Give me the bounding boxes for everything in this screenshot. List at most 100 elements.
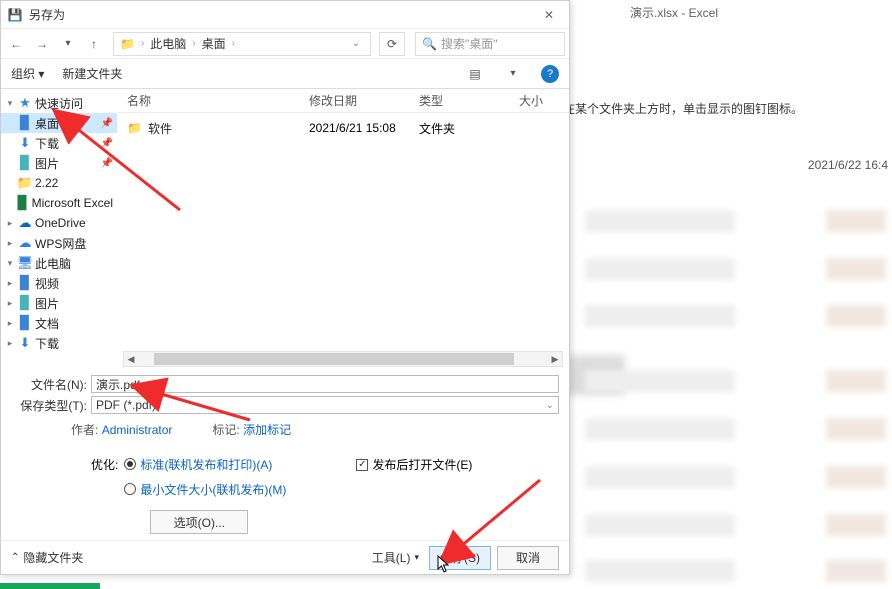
save-as-dialog: 💾 另存为 ✕ ← → ▾ ↑ 📁 › 此电脑 › 桌面 › ⌄ ⟳ 🔍 搜索"…: [0, 0, 570, 575]
taskbar-fragment: [0, 583, 100, 589]
file-modified: 2021/6/21 15:08: [309, 121, 419, 135]
breadcrumb-dropdown-icon[interactable]: ⌄: [352, 38, 364, 49]
breadcrumb[interactable]: 📁 › 此电脑 › 桌面 › ⌄: [113, 32, 371, 56]
sidebar-icon: 🖥: [17, 255, 33, 271]
sidebar-item-label: 此电脑: [35, 255, 71, 272]
sidebar-item-4[interactable]: 📁2.22: [1, 173, 117, 193]
chevron-up-icon: ⌃: [11, 552, 19, 563]
sidebar-item-label: Microsoft Excel: [32, 196, 113, 210]
view-icon[interactable]: ▤: [465, 64, 485, 84]
optimize-min-radio[interactable]: 最小文件大小(联机发布)(M): [124, 481, 286, 498]
sidebar-item-12[interactable]: ▸⬇下载: [1, 333, 117, 353]
back-button[interactable]: ←: [5, 33, 27, 55]
options-button[interactable]: 选项(O)...: [150, 510, 248, 534]
checkbox-icon: ✓: [356, 459, 368, 471]
scroll-left-icon[interactable]: ◀: [124, 352, 138, 366]
sidebar-item-3[interactable]: ▉图片📌: [1, 153, 117, 173]
sidebar-item-7[interactable]: ▸☁WPS网盘: [1, 233, 117, 253]
sidebar-item-6[interactable]: ▸☁OneDrive: [1, 213, 117, 233]
sidebar-item-label: 图片: [35, 295, 59, 312]
app-icon: 💾: [7, 7, 23, 23]
filetype-select[interactable]: PDF (*.pdf) ⌄: [91, 396, 559, 414]
sidebar-icon: ☁: [17, 215, 33, 231]
dialog-title: 另存为: [29, 6, 65, 23]
file-header: 名称 修改日期 类型 大小: [117, 89, 569, 113]
organize-menu[interactable]: 组织 ▾: [11, 65, 44, 82]
sidebar-item-label: WPS网盘: [35, 235, 86, 252]
sidebar-icon: ☁: [17, 235, 33, 251]
crumb-pc[interactable]: 此电脑: [150, 35, 186, 52]
search-placeholder: 搜索"桌面": [441, 35, 498, 52]
refresh-button[interactable]: ⟳: [379, 32, 405, 56]
col-type[interactable]: 类型: [419, 92, 519, 109]
sidebar-item-0[interactable]: ▾★快速访问: [1, 93, 117, 113]
sidebar-icon: ⬇: [17, 335, 33, 351]
optimize-label: 优化:: [91, 456, 118, 534]
excel-date: 2021/6/22 16:4: [808, 158, 888, 172]
sidebar-icon: ▉: [16, 195, 30, 211]
author-label: 作者:: [71, 423, 98, 437]
sidebar-icon: 📁: [17, 175, 33, 191]
sidebar-item-10[interactable]: ▸▉图片: [1, 293, 117, 313]
search-input[interactable]: 🔍 搜索"桌面": [415, 32, 565, 56]
expand-icon: ▸: [5, 278, 15, 289]
sidebar-item-11[interactable]: ▸▉文档: [1, 313, 117, 333]
sidebar-item-2[interactable]: ⬇下载📌: [1, 133, 117, 153]
view-dropdown-icon[interactable]: ▾: [503, 64, 523, 84]
filename-input[interactable]: 演示.pdf: [91, 375, 559, 393]
sidebar-item-label: 2.22: [35, 176, 58, 190]
sidebar-item-label: OneDrive: [35, 216, 86, 230]
close-button[interactable]: ✕: [535, 5, 563, 25]
file-type: 文件夹: [419, 120, 519, 137]
sidebar-item-8[interactable]: ▾🖥此电脑: [1, 253, 117, 273]
dialog-footer: ⌃ 隐藏文件夹 工具(L)▾ 保存(S) 取消: [1, 540, 569, 574]
col-modified[interactable]: 修改日期: [309, 92, 419, 109]
open-after-checkbox[interactable]: ✓ 发布后打开文件(E): [356, 456, 472, 473]
filename-label: 文件名(N):: [11, 376, 91, 393]
up-button[interactable]: ↑: [83, 33, 105, 55]
sidebar-item-1[interactable]: ▉桌面📌: [1, 113, 117, 133]
col-name[interactable]: 名称: [127, 92, 309, 109]
excel-title: 演示.xlsx - Excel: [630, 4, 718, 21]
expand-icon: ▾: [5, 258, 15, 269]
expand-icon: ▸: [5, 218, 15, 229]
optimize-standard-radio[interactable]: 标准(联机发布和打印)(A): [124, 456, 286, 473]
expand-icon: ▸: [5, 238, 15, 249]
sidebar-item-label: 下载: [35, 335, 59, 352]
pin-icon: 📌: [101, 118, 113, 129]
expand-icon: ▸: [5, 318, 15, 329]
expand-icon: ▸: [5, 298, 15, 309]
sidebar-item-9[interactable]: ▸▉视频: [1, 273, 117, 293]
scroll-thumb[interactable]: [154, 353, 514, 365]
forward-button[interactable]: →: [31, 33, 53, 55]
author-value[interactable]: Administrator: [102, 423, 173, 437]
sidebar-item-label: 视频: [35, 275, 59, 292]
horizontal-scrollbar[interactable]: ◀ ▶: [123, 351, 563, 367]
tags-value[interactable]: 添加标记: [243, 423, 291, 437]
excel-background: 演示.xlsx - Excel 在某个文件夹上方时，单击显示的图钉图标。 202…: [575, 0, 892, 589]
sidebar-item-label: 文档: [35, 315, 59, 332]
sidebar-icon: ⬇: [17, 135, 33, 151]
hide-folders-link[interactable]: ⌃ 隐藏文件夹: [11, 549, 83, 566]
tools-menu[interactable]: 工具(L)▾: [368, 549, 423, 566]
filetype-label: 保存类型(T):: [11, 397, 91, 414]
chevron-down-icon: ⌄: [546, 400, 554, 411]
sidebar-icon: ▉: [17, 315, 33, 331]
dialog-toolbar: 组织 ▾ 新建文件夹 ▤ ▾ ?: [1, 59, 569, 89]
sidebar-item-5[interactable]: ▉Microsoft Excel: [1, 193, 117, 213]
search-icon: 🔍: [422, 37, 437, 51]
col-size[interactable]: 大小: [519, 92, 559, 109]
save-button[interactable]: 保存(S): [429, 546, 491, 570]
cancel-button[interactable]: 取消: [497, 546, 559, 570]
help-button[interactable]: ?: [541, 65, 559, 83]
scroll-right-icon[interactable]: ▶: [548, 352, 562, 366]
crumb-desktop[interactable]: 桌面: [202, 35, 226, 52]
excel-hint: 在某个文件夹上方时，单击显示的图钉图标。: [563, 100, 803, 117]
sidebar-icon: ▉: [17, 275, 33, 291]
new-folder-button[interactable]: 新建文件夹: [62, 65, 122, 82]
file-row[interactable]: 📁软件2021/6/21 15:08文件夹: [127, 117, 559, 139]
sidebar-item-label: 快速访问: [35, 95, 83, 112]
sidebar-item-label: 下载: [35, 135, 59, 152]
titlebar: 💾 另存为 ✕: [1, 1, 569, 29]
radio-icon: [124, 483, 136, 495]
